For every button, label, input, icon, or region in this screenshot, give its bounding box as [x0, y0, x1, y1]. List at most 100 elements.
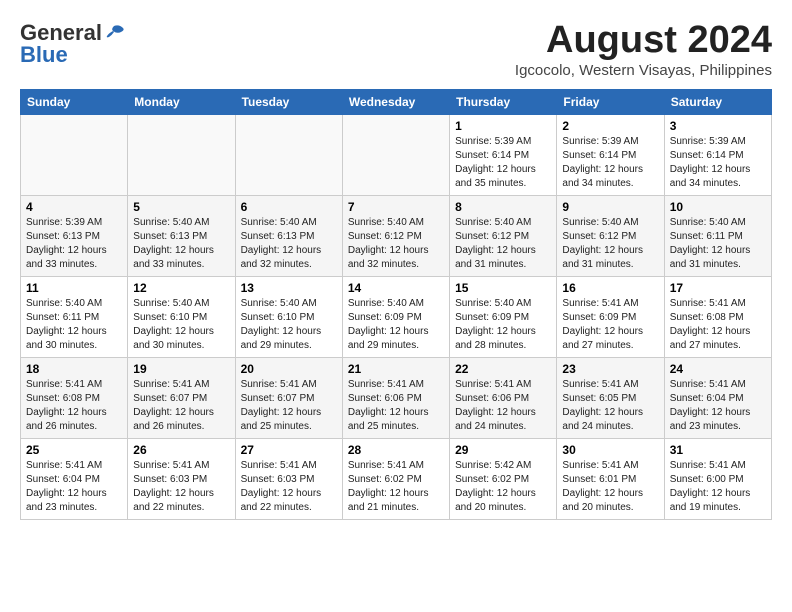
day-detail: Sunrise: 5:39 AM Sunset: 6:14 PM Dayligh…: [670, 135, 766, 191]
title-block: August 2024 Igcocolo, Western Visayas, P…: [515, 20, 772, 79]
day-detail: Sunrise: 5:40 AM Sunset: 6:12 PM Dayligh…: [562, 216, 658, 272]
day-detail: Sunrise: 5:41 AM Sunset: 6:08 PM Dayligh…: [670, 297, 766, 353]
calendar-week-row: 11Sunrise: 5:40 AM Sunset: 6:11 PM Dayli…: [21, 276, 772, 357]
calendar-week-row: 18 Sunrise: 5:41 AM Sunset: 6:08 PM Dayli…: [21, 357, 772, 438]
day-number: 27: [241, 443, 337, 457]
calendar-table: SundayMondayTuesdayWednesdayThursdayFrid…: [20, 89, 772, 520]
month-year-title: August 2024: [515, 20, 772, 62]
day-detail: Sunrise: 5:39 AM Sunset: 6:14 PM Dayligh…: [455, 135, 551, 191]
weekday-header-thursday: Thursday: [450, 89, 557, 114]
day-number: 25: [26, 443, 122, 457]
day-number: 19: [133, 362, 229, 376]
calendar-cell: 27 Sunrise: 5:41 AM Sunset: 6:03 PM Dayli…: [235, 438, 342, 519]
day-detail: Sunrise: 5:41 AM Sunset: 6:01 PM Dayligh…: [562, 459, 658, 515]
day-number: 23: [562, 362, 658, 376]
day-number: 6: [241, 200, 337, 214]
day-detail: Sunrise: 5:40 AM Sunset: 6:10 PM Dayligh…: [241, 297, 337, 353]
calendar-cell: 19Sunrise: 5:41 AM Sunset: 6:07 PM Dayli…: [128, 357, 235, 438]
calendar-header: SundayMondayTuesdayWednesdayThursdayFrid…: [21, 89, 772, 114]
day-number: 16: [562, 281, 658, 295]
day-detail: Sunrise: 5:40 AM Sunset: 6:11 PM Dayligh…: [26, 297, 122, 353]
weekday-header-wednesday: Wednesday: [342, 89, 449, 114]
calendar-cell: 13 Sunrise: 5:40 AM Sunset: 6:10 PM Dayli…: [235, 276, 342, 357]
day-number: 22: [455, 362, 551, 376]
day-detail: Sunrise: 5:41 AM Sunset: 6:00 PM Dayligh…: [670, 459, 766, 515]
day-number: 28: [348, 443, 444, 457]
calendar-cell: 21Sunrise: 5:41 AM Sunset: 6:06 PM Dayli…: [342, 357, 449, 438]
day-number: 2: [562, 119, 658, 133]
day-number: 4: [26, 200, 122, 214]
calendar-cell: 1 Sunrise: 5:39 AM Sunset: 6:14 PM Daylig…: [450, 114, 557, 195]
calendar-cell: 8Sunrise: 5:40 AM Sunset: 6:12 PM Daylig…: [450, 195, 557, 276]
weekday-header-saturday: Saturday: [664, 89, 771, 114]
day-detail: Sunrise: 5:41 AM Sunset: 6:06 PM Dayligh…: [455, 378, 551, 434]
weekday-header-monday: Monday: [128, 89, 235, 114]
day-number: 18: [26, 362, 122, 376]
calendar-cell: 24 Sunrise: 5:41 AM Sunset: 6:04 PM Dayli…: [664, 357, 771, 438]
calendar-week-row: 25 Sunrise: 5:41 AM Sunset: 6:04 PM Dayli…: [21, 438, 772, 519]
calendar-cell: 5Sunrise: 5:40 AM Sunset: 6:13 PM Daylig…: [128, 195, 235, 276]
day-detail: Sunrise: 5:41 AM Sunset: 6:03 PM Dayligh…: [241, 459, 337, 515]
day-detail: Sunrise: 5:41 AM Sunset: 6:07 PM Dayligh…: [241, 378, 337, 434]
calendar-cell: 31Sunrise: 5:41 AM Sunset: 6:00 PM Dayli…: [664, 438, 771, 519]
location-subtitle: Igcocolo, Western Visayas, Philippines: [515, 62, 772, 79]
calendar-cell: 3 Sunrise: 5:39 AM Sunset: 6:14 PM Daylig…: [664, 114, 771, 195]
day-detail: Sunrise: 5:40 AM Sunset: 6:13 PM Dayligh…: [133, 216, 229, 272]
day-number: 8: [455, 200, 551, 214]
calendar-cell: [21, 114, 128, 195]
day-detail: Sunrise: 5:39 AM Sunset: 6:13 PM Dayligh…: [26, 216, 122, 272]
calendar-cell: 16Sunrise: 5:41 AM Sunset: 6:09 PM Dayli…: [557, 276, 664, 357]
day-number: 29: [455, 443, 551, 457]
logo-bird-icon: [103, 24, 125, 42]
calendar-cell: 15Sunrise: 5:40 AM Sunset: 6:09 PM Dayli…: [450, 276, 557, 357]
calendar-cell: 12Sunrise: 5:40 AM Sunset: 6:10 PM Dayli…: [128, 276, 235, 357]
weekday-header-friday: Friday: [557, 89, 664, 114]
day-number: 3: [670, 119, 766, 133]
day-number: 10: [670, 200, 766, 214]
day-number: 24: [670, 362, 766, 376]
day-detail: Sunrise: 5:41 AM Sunset: 6:04 PM Dayligh…: [26, 459, 122, 515]
calendar-cell: 11Sunrise: 5:40 AM Sunset: 6:11 PM Dayli…: [21, 276, 128, 357]
page-header: General Blue August 2024 Igcocolo, Weste…: [20, 20, 772, 79]
calendar-cell: 25 Sunrise: 5:41 AM Sunset: 6:04 PM Dayli…: [21, 438, 128, 519]
weekday-header-row: SundayMondayTuesdayWednesdayThursdayFrid…: [21, 89, 772, 114]
day-detail: Sunrise: 5:39 AM Sunset: 6:14 PM Dayligh…: [562, 135, 658, 191]
day-detail: Sunrise: 5:40 AM Sunset: 6:11 PM Dayligh…: [670, 216, 766, 272]
calendar-cell: 30Sunrise: 5:41 AM Sunset: 6:01 PM Dayli…: [557, 438, 664, 519]
calendar-cell: 22 Sunrise: 5:41 AM Sunset: 6:06 PM Dayli…: [450, 357, 557, 438]
day-number: 9: [562, 200, 658, 214]
calendar-cell: 29 Sunrise: 5:42 AM Sunset: 6:02 PM Dayli…: [450, 438, 557, 519]
day-detail: Sunrise: 5:40 AM Sunset: 6:09 PM Dayligh…: [348, 297, 444, 353]
day-detail: Sunrise: 5:41 AM Sunset: 6:05 PM Dayligh…: [562, 378, 658, 434]
day-detail: Sunrise: 5:41 AM Sunset: 6:08 PM Dayligh…: [26, 378, 122, 434]
weekday-header-tuesday: Tuesday: [235, 89, 342, 114]
calendar-cell: 20 Sunrise: 5:41 AM Sunset: 6:07 PM Dayli…: [235, 357, 342, 438]
weekday-header-sunday: Sunday: [21, 89, 128, 114]
day-detail: Sunrise: 5:40 AM Sunset: 6:12 PM Dayligh…: [348, 216, 444, 272]
calendar-cell: 2 Sunrise: 5:39 AM Sunset: 6:14 PM Daylig…: [557, 114, 664, 195]
day-detail: Sunrise: 5:42 AM Sunset: 6:02 PM Dayligh…: [455, 459, 551, 515]
day-number: 26: [133, 443, 229, 457]
day-detail: Sunrise: 5:41 AM Sunset: 6:06 PM Dayligh…: [348, 378, 444, 434]
day-number: 13: [241, 281, 337, 295]
calendar-cell: [235, 114, 342, 195]
calendar-cell: 26Sunrise: 5:41 AM Sunset: 6:03 PM Dayli…: [128, 438, 235, 519]
calendar-cell: 6 Sunrise: 5:40 AM Sunset: 6:13 PM Daylig…: [235, 195, 342, 276]
logo: General Blue: [20, 20, 126, 68]
calendar-week-row: 4 Sunrise: 5:39 AM Sunset: 6:13 PM Daylig…: [21, 195, 772, 276]
day-detail: Sunrise: 5:40 AM Sunset: 6:10 PM Dayligh…: [133, 297, 229, 353]
day-number: 20: [241, 362, 337, 376]
day-detail: Sunrise: 5:40 AM Sunset: 6:09 PM Dayligh…: [455, 297, 551, 353]
calendar-cell: 28Sunrise: 5:41 AM Sunset: 6:02 PM Dayli…: [342, 438, 449, 519]
day-detail: Sunrise: 5:40 AM Sunset: 6:13 PM Dayligh…: [241, 216, 337, 272]
day-number: 1: [455, 119, 551, 133]
calendar-cell: 9 Sunrise: 5:40 AM Sunset: 6:12 PM Daylig…: [557, 195, 664, 276]
calendar-cell: 4 Sunrise: 5:39 AM Sunset: 6:13 PM Daylig…: [21, 195, 128, 276]
calendar-cell: 14Sunrise: 5:40 AM Sunset: 6:09 PM Dayli…: [342, 276, 449, 357]
day-number: 7: [348, 200, 444, 214]
calendar-cell: [128, 114, 235, 195]
day-detail: Sunrise: 5:41 AM Sunset: 6:04 PM Dayligh…: [670, 378, 766, 434]
calendar-body: 1 Sunrise: 5:39 AM Sunset: 6:14 PM Daylig…: [21, 114, 772, 519]
calendar-cell: 23 Sunrise: 5:41 AM Sunset: 6:05 PM Dayli…: [557, 357, 664, 438]
logo-blue: Blue: [20, 42, 68, 68]
